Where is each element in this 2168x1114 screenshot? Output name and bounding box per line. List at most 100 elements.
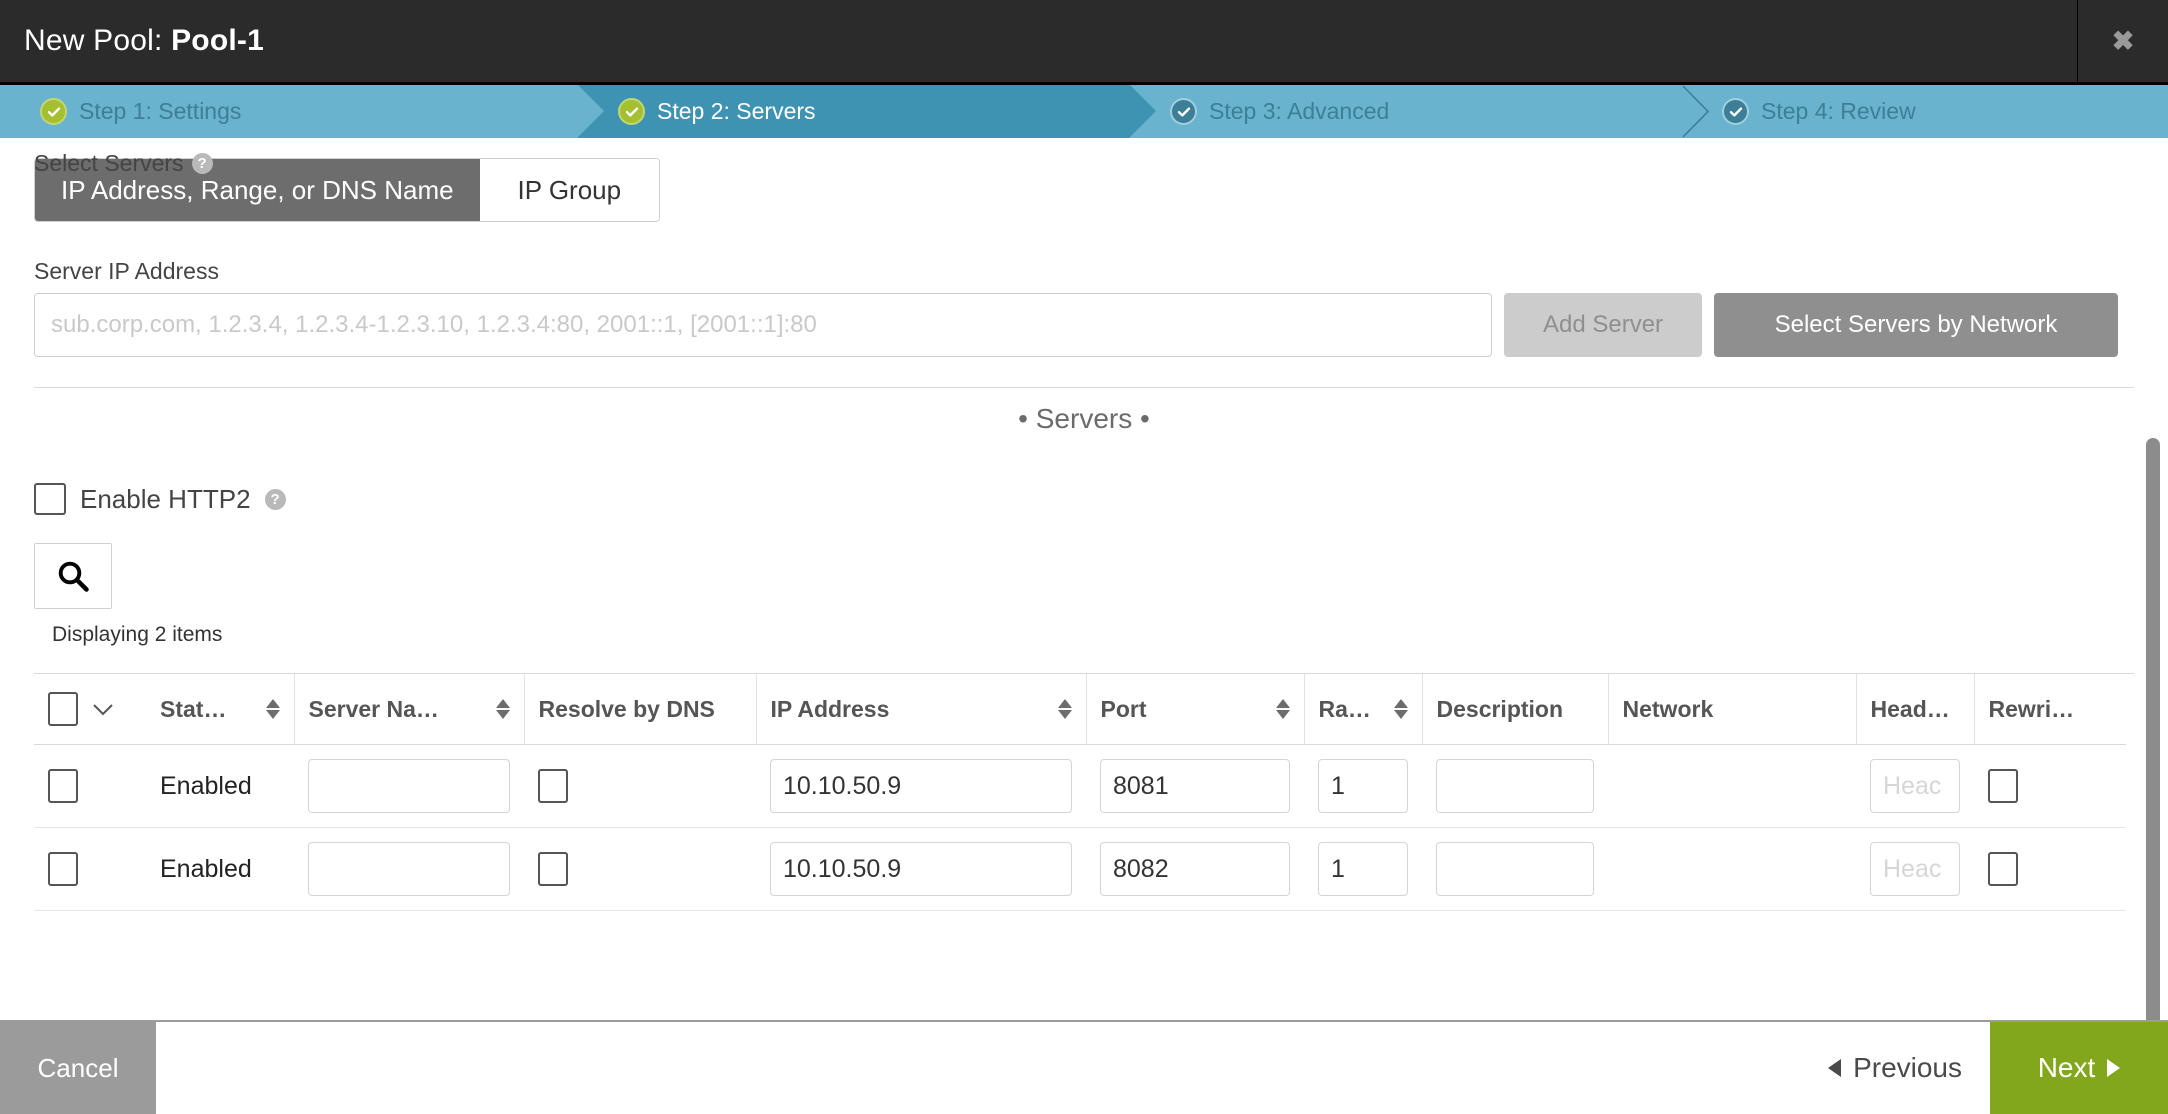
cell-header xyxy=(1856,744,1974,828)
header-port[interactable]: Port xyxy=(1085,674,1304,745)
enable-http2-checkbox[interactable] xyxy=(34,483,66,515)
cell-select xyxy=(34,827,146,911)
row-description-input[interactable] xyxy=(1436,759,1594,813)
sort-icon[interactable] xyxy=(1057,699,1072,719)
server-ip-address-label: Server IP Address xyxy=(34,258,219,284)
new-pool-wizard-dialog: New Pool: Pool-1 ✖ Step 1: Settings Step… xyxy=(0,0,2168,1114)
wizard-steps: Step 1: Settings Step 2: Servers Step 3:… xyxy=(0,82,2168,138)
check-circle-icon xyxy=(1722,98,1749,125)
header-ip-address[interactable]: IP Address xyxy=(755,674,1086,745)
search-icon[interactable] xyxy=(34,543,112,609)
row-description-input[interactable] xyxy=(1436,842,1594,896)
server-ip-address-input[interactable] xyxy=(34,293,1492,357)
header-server-name[interactable]: Server Na… xyxy=(293,674,524,745)
wizard-body: Select Servers ? IP Address, Range, or D… xyxy=(0,138,2168,1020)
displaying-count-text: Displaying 2 items xyxy=(52,623,223,646)
row-status-text: Enabled xyxy=(160,771,252,800)
row-ratio-input[interactable] xyxy=(1318,759,1408,813)
vertical-scrollbar[interactable] xyxy=(2146,438,2160,1020)
servers-table-wrapper: Stat… Server Na… Resolve by DNS IP Addre… xyxy=(34,673,2134,911)
row-header-input[interactable] xyxy=(1870,759,1960,813)
header-rewrite: Rewri… xyxy=(1973,674,2126,745)
row-ip-address-input[interactable] xyxy=(770,842,1072,896)
header-rewrite-label: Rewri… xyxy=(1988,695,2075,722)
cell-network xyxy=(1608,744,1856,828)
row-ip-address-input[interactable] xyxy=(770,759,1072,813)
wizard-step-3[interactable]: Step 3: Advanced xyxy=(1130,85,1682,138)
wizard-step-4[interactable]: Step 4: Review xyxy=(1682,85,2168,138)
cell-select xyxy=(34,744,146,828)
select-all-checkbox[interactable] xyxy=(48,692,78,726)
page-title-name: Pool-1 xyxy=(171,24,264,57)
server-ip-address-row: Add Server Select Servers by Network xyxy=(34,293,2134,357)
sort-icon[interactable] xyxy=(1393,699,1408,719)
chevron-down-icon[interactable] xyxy=(92,696,114,723)
servers-section-caption: • Servers • xyxy=(1018,403,1150,434)
cell-ratio xyxy=(1304,744,1422,828)
cell-server-name xyxy=(294,744,524,828)
header-description-label: Description xyxy=(1436,695,1564,722)
add-server-button[interactable]: Add Server xyxy=(1504,293,1702,357)
cell-resolve-by-dns xyxy=(524,744,756,828)
row-header-input[interactable] xyxy=(1870,842,1960,896)
header-ratio[interactable]: Ra… xyxy=(1303,674,1422,745)
enable-http2-label: Enable HTTP2 xyxy=(80,483,251,514)
header-select-all xyxy=(34,674,146,745)
row-ratio-input[interactable] xyxy=(1318,842,1408,896)
wizard-step-1-label: Step 1: Settings xyxy=(79,98,242,124)
row-port-input[interactable] xyxy=(1100,842,1290,896)
servers-section-divider: • Servers • xyxy=(34,387,2134,449)
next-button[interactable]: Next xyxy=(1990,1022,2168,1114)
help-icon[interactable]: ? xyxy=(191,153,213,174)
header-resolve-by-dns-label: Resolve by DNS xyxy=(538,695,715,722)
row-status-text: Enabled xyxy=(160,854,252,883)
row-select-checkbox[interactable] xyxy=(48,769,78,803)
row-resolve-by-dns-checkbox[interactable] xyxy=(538,852,568,886)
row-port-input[interactable] xyxy=(1100,759,1290,813)
wizard-content: Select Servers ? IP Address, Range, or D… xyxy=(0,150,2168,911)
wizard-step-3-label: Step 3: Advanced xyxy=(1209,98,1390,124)
cell-rewrite xyxy=(1974,827,2126,911)
row-server-name-input[interactable] xyxy=(308,759,510,813)
cell-port xyxy=(1086,827,1304,911)
sort-icon[interactable] xyxy=(1275,699,1290,719)
cell-ip-address xyxy=(756,744,1086,828)
select-servers-by-network-button[interactable]: Select Servers by Network xyxy=(1714,293,2118,357)
cell-network xyxy=(1608,827,1856,911)
header-network-label: Network xyxy=(1622,695,1714,722)
segment-ip-group[interactable]: IP Group xyxy=(479,159,659,221)
cell-rewrite xyxy=(1974,744,2126,828)
cell-description xyxy=(1422,827,1608,911)
sort-icon[interactable] xyxy=(495,699,510,719)
servers-table-head: Stat… Server Na… Resolve by DNS IP Addre… xyxy=(34,674,2126,745)
close-icon[interactable]: ✖ xyxy=(2078,0,2168,82)
cell-header xyxy=(1856,827,1974,911)
header-status[interactable]: Stat… xyxy=(146,674,294,745)
row-server-name-input[interactable] xyxy=(308,842,510,896)
select-servers-label: Select Servers xyxy=(34,150,184,176)
sort-icon[interactable] xyxy=(265,699,280,719)
page-title: New Pool: Pool-1 xyxy=(0,24,264,58)
help-icon[interactable]: ? xyxy=(264,488,286,510)
cell-status: Enabled xyxy=(146,744,294,828)
previous-button[interactable]: Previous xyxy=(1800,1022,1990,1114)
row-select-checkbox[interactable] xyxy=(48,852,78,886)
dialog-footer: Cancel Previous Next xyxy=(0,1020,2168,1114)
header-description: Description xyxy=(1421,674,1608,745)
row-rewrite-checkbox[interactable] xyxy=(1988,769,2018,803)
servers-table: Stat… Server Na… Resolve by DNS IP Addre… xyxy=(34,674,2126,911)
header-ratio-label: Ra… xyxy=(1318,695,1371,722)
wizard-step-1[interactable]: Step 1: Settings xyxy=(0,85,578,138)
footer-spacer xyxy=(156,1022,1800,1114)
wizard-step-2[interactable]: Step 2: Servers xyxy=(578,85,1156,138)
row-resolve-by-dns-checkbox[interactable] xyxy=(538,769,568,803)
cell-port xyxy=(1086,744,1304,828)
header-header: Head… xyxy=(1855,674,1974,745)
cell-ip-address xyxy=(756,827,1086,911)
row-rewrite-checkbox[interactable] xyxy=(1988,852,2018,886)
check-circle-icon xyxy=(40,98,67,125)
dialog-titlebar: New Pool: Pool-1 ✖ xyxy=(0,0,2168,82)
divider-line xyxy=(34,387,2134,388)
cell-status: Enabled xyxy=(146,827,294,911)
cancel-button[interactable]: Cancel xyxy=(0,1022,156,1114)
